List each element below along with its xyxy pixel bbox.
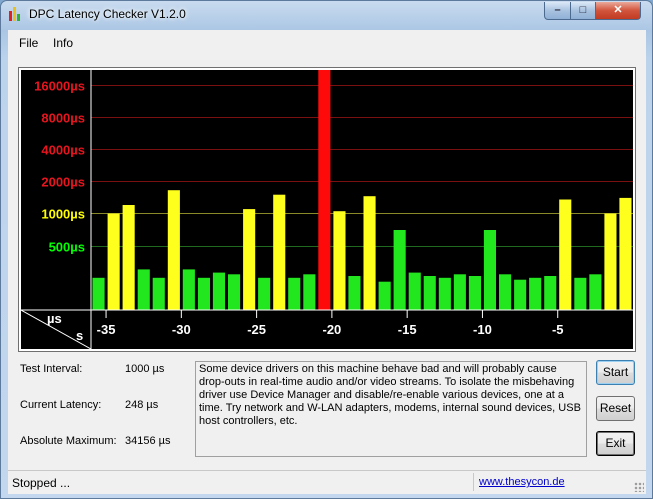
latency-chart: µs s 16000µs 8000µs 4000µs 2000µs 1000µs 500µ… [18, 67, 636, 352]
latency-bar [243, 209, 256, 310]
current-latency-value: 248 µs [125, 399, 159, 411]
latency-bar [212, 272, 225, 310]
latency-bar [589, 274, 602, 310]
menu-info[interactable]: Info [53, 36, 73, 50]
y-tick-label: 500µs [49, 240, 85, 255]
y-tick-label: 1000µs [41, 207, 85, 222]
x-tick-label: -20 [322, 322, 341, 337]
latency-bar [303, 274, 316, 310]
latency-bar [544, 276, 557, 310]
start-button[interactable]: Start [596, 360, 635, 385]
latency-bar [559, 199, 572, 310]
latency-bar [378, 281, 391, 310]
x-unit-label: s [76, 328, 83, 343]
latency-bar [499, 274, 512, 310]
status-bar: Stopped ... www.thesycon.de [8, 470, 646, 494]
x-tick-label: -25 [247, 322, 266, 337]
latency-bar [423, 276, 436, 310]
latency-chart-svg: µs s 16000µs 8000µs 4000µs 2000µs 1000µs 500µ… [21, 70, 633, 349]
latency-bar [288, 277, 301, 310]
x-tick-label: -10 [473, 322, 492, 337]
title-bar[interactable]: DPC Latency Checker V1.2.0 – □ ✕ [1, 1, 652, 29]
maximize-button[interactable]: □ [570, 2, 596, 20]
menu-bar: File Info [8, 30, 646, 56]
latency-bar [152, 277, 165, 310]
latency-bar [604, 213, 617, 310]
y-tick-label: 4000µs [41, 143, 85, 158]
menu-file[interactable]: File [19, 36, 38, 50]
latency-bar [574, 277, 587, 310]
window-title: DPC Latency Checker V1.2.0 [29, 7, 186, 21]
website-link[interactable]: www.thesycon.de [479, 476, 565, 488]
latency-bar [619, 197, 632, 310]
latency-bar [514, 279, 527, 310]
latency-bar [107, 213, 120, 310]
latency-bar [529, 277, 542, 310]
latency-bar [318, 70, 331, 310]
x-tick-label: -30 [172, 322, 191, 337]
absolute-maximum-value: 34156 µs [125, 435, 171, 447]
x-tick-label: -15 [398, 322, 417, 337]
y-tick-label: 2000µs [41, 175, 85, 190]
latency-bar [258, 277, 271, 310]
test-interval-label: Test Interval: [20, 363, 83, 375]
latency-bar [348, 276, 361, 310]
reset-button[interactable]: Reset [596, 396, 635, 421]
latency-bar [393, 230, 406, 310]
client-area: File Info µs s 16000µs 8000µs 4000µs 2000µs… [8, 30, 646, 494]
x-tick-label: -35 [97, 322, 116, 337]
latency-bar [167, 190, 180, 310]
latency-bar [363, 196, 376, 310]
latency-bar [468, 276, 481, 310]
latency-bar [197, 277, 210, 310]
latency-bar [92, 277, 105, 310]
diagnostic-message: Some device drivers on this machine beha… [195, 361, 587, 457]
latency-bar [453, 274, 466, 310]
test-interval-value: 1000 µs [125, 363, 165, 375]
y-unit-label: µs [47, 311, 62, 326]
current-latency-label: Current Latency: [20, 399, 102, 411]
latency-bar [483, 230, 496, 310]
exit-button[interactable]: Exit [596, 431, 635, 456]
latency-bar [438, 277, 451, 310]
latency-bar [228, 274, 241, 310]
app-icon [9, 7, 23, 21]
y-tick-label: 16000µs [34, 79, 85, 94]
status-text: Stopped ... [12, 476, 71, 490]
x-tick-label: -5 [552, 322, 564, 337]
app-window: DPC Latency Checker V1.2.0 – □ ✕ File In… [0, 0, 653, 499]
minimize-button[interactable]: – [544, 2, 571, 20]
latency-bar [273, 194, 286, 310]
y-tick-label: 8000µs [41, 111, 85, 126]
absolute-maximum-label: Absolute Maximum: [20, 435, 117, 447]
latency-bar [137, 269, 150, 310]
latency-bar [122, 205, 135, 310]
resize-grip[interactable] [634, 482, 644, 492]
close-button[interactable]: ✕ [595, 2, 641, 20]
latency-bar [408, 272, 421, 310]
status-separator [473, 473, 474, 491]
latency-bar [333, 211, 346, 310]
latency-bar [182, 269, 195, 310]
